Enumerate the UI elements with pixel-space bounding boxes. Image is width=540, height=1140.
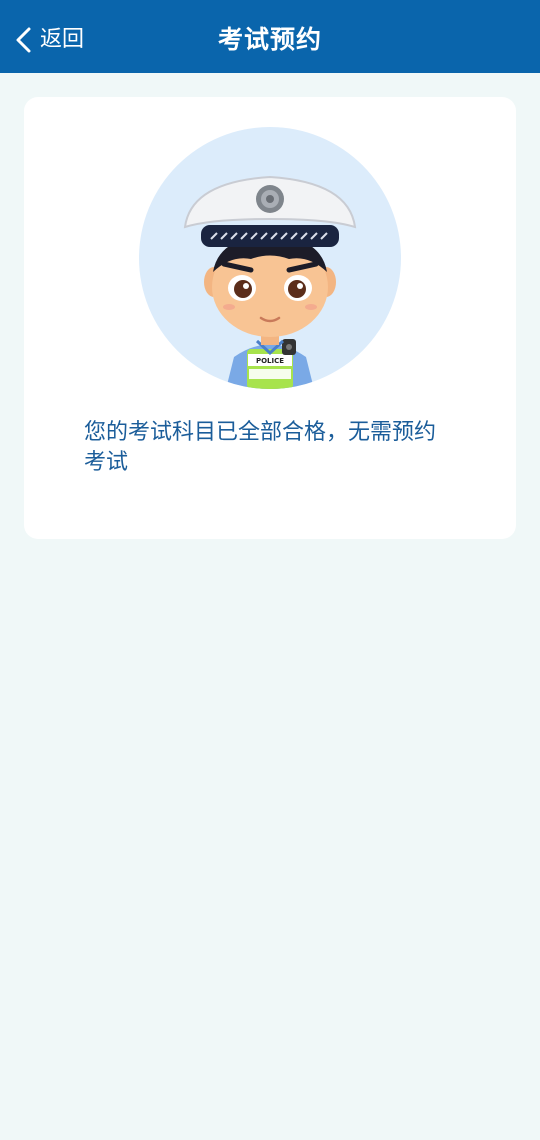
app-header: 返回 考试预约 <box>0 0 540 73</box>
police-officer-avatar: POLICE <box>139 127 401 389</box>
status-message: 您的考试科目已全部合格，无需预约考试 <box>84 420 437 475</box>
page-title: 考试预约 <box>217 25 322 54</box>
status-card: POLICE 您的考试科目已全部合格，无需预约考试 <box>24 97 516 539</box>
police-badge-text: POLICE <box>256 357 284 365</box>
